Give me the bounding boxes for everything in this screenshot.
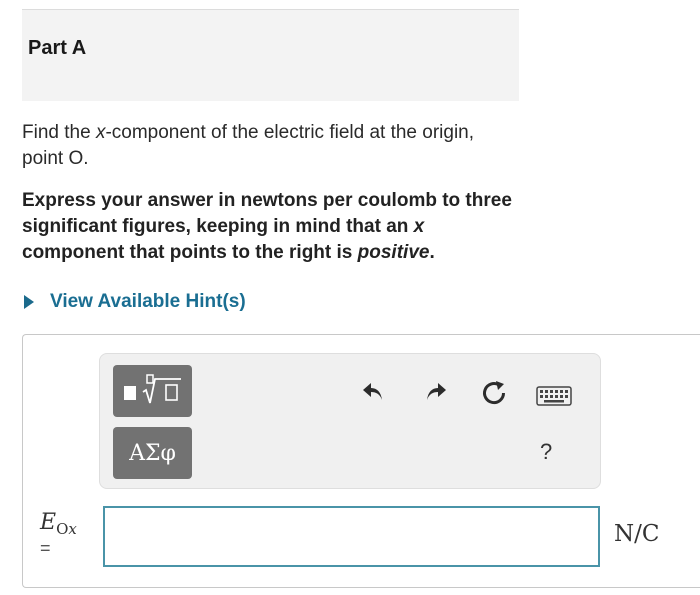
answer-instructions: Express your answer in newtons per coulo… xyxy=(22,188,522,266)
variable-subscript: Ox xyxy=(56,520,77,538)
instructions-line2: component that points to the right is xyxy=(22,242,358,263)
view-hints-link[interactable]: View Available Hint(s) xyxy=(22,289,246,315)
variable-symbol: E xyxy=(40,510,57,535)
reset-icon[interactable] xyxy=(480,379,508,407)
templates-icon xyxy=(124,374,181,404)
subscript-component: x xyxy=(68,520,77,538)
units-label: N/C xyxy=(614,521,660,547)
greek-symbols-button[interactable]: ΑΣφ xyxy=(113,427,192,479)
subscript-point: O xyxy=(56,520,69,538)
undo-icon[interactable] xyxy=(360,379,386,403)
instructions-emphasis: positive xyxy=(357,242,430,263)
instructions-variable: x xyxy=(413,216,425,237)
answer-input[interactable] xyxy=(103,506,600,567)
question-text: Find the x-component of the electric fie… xyxy=(22,120,492,172)
templates-button[interactable] xyxy=(113,365,192,417)
part-header: Part A xyxy=(22,9,519,101)
help-button[interactable]: ? xyxy=(540,439,552,465)
math-toolbar: ΑΣφ ? xyxy=(99,353,601,489)
redo-icon[interactable] xyxy=(423,379,449,403)
equals-sign: = xyxy=(40,538,51,558)
part-title: Part A xyxy=(28,37,87,59)
question-variable: x xyxy=(95,122,106,143)
answer-variable-label: EOx xyxy=(40,510,77,538)
question-prefix: Find the xyxy=(22,122,96,143)
instructions-line1: Express your answer in newtons per coulo… xyxy=(22,190,512,237)
keyboard-icon[interactable] xyxy=(536,386,572,406)
instructions-end: . xyxy=(429,242,435,263)
view-hints-label: View Available Hint(s) xyxy=(50,291,246,312)
triangle-right-icon xyxy=(24,295,34,309)
